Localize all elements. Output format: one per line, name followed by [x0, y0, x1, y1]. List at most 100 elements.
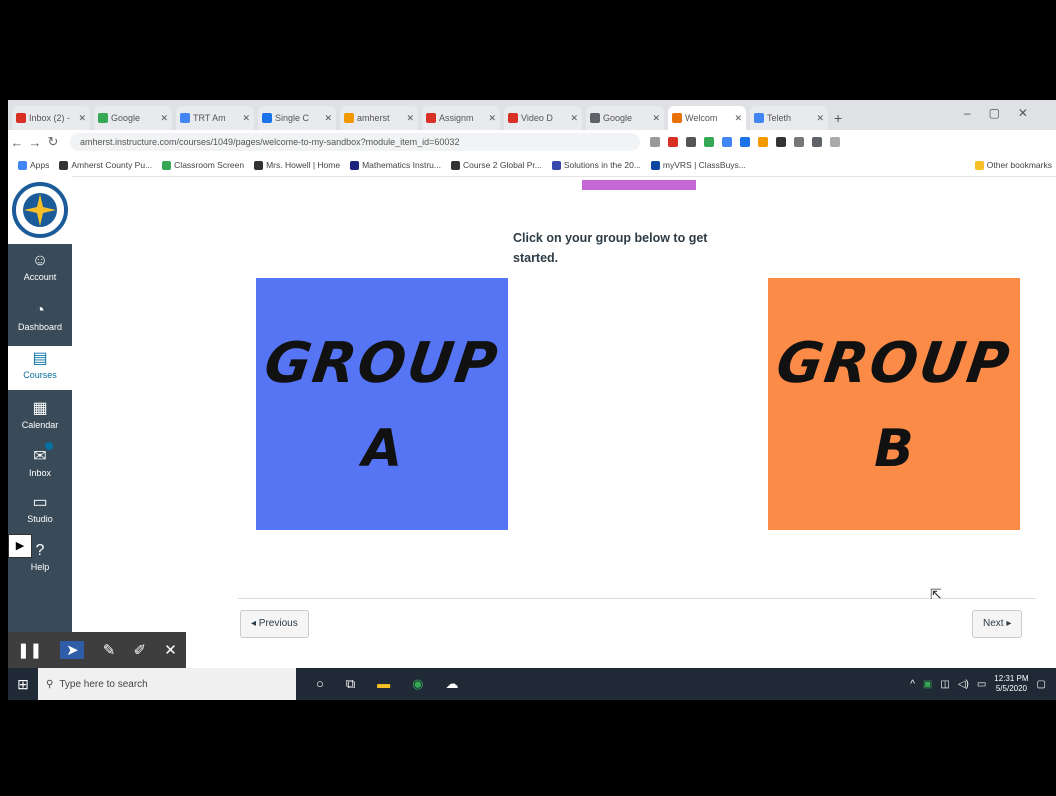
tab-close-icon[interactable]: ✕	[324, 113, 332, 124]
browser-tab[interactable]: amherst ✕	[340, 106, 418, 130]
chrome-icon[interactable]: ◉	[412, 676, 423, 692]
tab-close-icon[interactable]: ✕	[570, 113, 578, 124]
url-input[interactable]: amherst.instructure.com/courses/1049/pag…	[70, 133, 640, 151]
tab-title: amherst	[357, 113, 390, 123]
tab-favicon-icon	[590, 113, 600, 123]
task-view-icon[interactable]: ⧉	[346, 676, 355, 692]
clock[interactable]: 12:31 PM 5/5/2020	[994, 674, 1028, 694]
sidebar-item-courses[interactable]: ▤ Courses	[8, 346, 72, 390]
browser-tab[interactable]: Video D ✕	[504, 106, 582, 130]
pointer-icon[interactable]: ➤	[60, 641, 85, 659]
tab-close-icon[interactable]: ✕	[242, 113, 250, 124]
other-bookmarks[interactable]: Other bookmarks	[974, 160, 1052, 170]
browser-tab[interactable]: TRT Am ✕	[176, 106, 254, 130]
tab-close-icon[interactable]: ✕	[406, 113, 414, 124]
bookmark-item[interactable]: Apps	[18, 160, 49, 170]
sidebar-item-account[interactable]: ☺ Account	[8, 248, 72, 292]
cortana-icon[interactable]: ○	[316, 676, 324, 692]
window-controls[interactable]: –▢✕	[964, 106, 1046, 120]
close-icon[interactable]: ✕	[164, 641, 177, 659]
tab-favicon-icon	[180, 113, 190, 123]
tab-title: TRT Am	[193, 113, 226, 123]
back-icon[interactable]: ←	[8, 135, 26, 150]
group-a-letter: A	[361, 419, 403, 479]
module-progress-bar	[582, 180, 696, 190]
bookmark-item[interactable]: Mrs. Howell | Home	[254, 160, 340, 170]
sidebar-item-label: Studio	[27, 514, 53, 524]
dashboard-icon: ◔	[35, 302, 45, 319]
group-a-button[interactable]: GROUP A	[256, 278, 508, 530]
bookmarks-bar: Apps Amherst County Pu... Classroom Screen…	[8, 154, 1056, 177]
file-explorer-icon[interactable]: ▬	[377, 676, 390, 692]
browser-tab[interactable]: Assignm ✕	[422, 106, 500, 130]
pen-icon[interactable]: ✎	[103, 641, 116, 659]
tray-chevron-icon[interactable]: ^	[910, 679, 915, 690]
next-button[interactable]: Next ▸	[972, 610, 1023, 638]
tab-close-icon[interactable]: ✕	[160, 113, 168, 124]
recorder-expand-icon[interactable]: ▶	[8, 534, 32, 558]
forward-icon[interactable]: →	[26, 135, 44, 150]
browser-tab[interactable]: Teleth ✕	[750, 106, 828, 130]
app-icon[interactable]: ☁	[446, 676, 459, 692]
volume-icon[interactable]: ◁)	[958, 679, 969, 690]
previous-button[interactable]: ◂ Previous	[240, 610, 309, 638]
group-b-label: GROUP	[772, 331, 1016, 396]
bookmark-icon	[350, 160, 360, 170]
tray-app-icon[interactable]: ▣	[923, 679, 932, 690]
bookmark-icon	[254, 160, 264, 170]
bookmark-item[interactable]: myVRS | ClassBuys...	[650, 160, 746, 170]
group-b-button[interactable]: GROUP B	[768, 278, 1020, 530]
taskbar-apps: ○ ⧉ ▬ ◉ ☁	[316, 676, 459, 692]
tab-close-icon[interactable]: ✕	[488, 113, 496, 124]
browser-tab-bar: Inbox (2) - ✕ Google ✕ TRT Am ✕ Single C ✕ amher…	[8, 100, 1056, 130]
group-a-label: GROUP	[260, 331, 504, 396]
sidebar-item-label: Dashboard	[17, 322, 63, 332]
sidebar-item-studio[interactable]: ▭ Studio	[8, 490, 72, 534]
tab-favicon-icon	[426, 113, 436, 123]
notifications-icon[interactable]: ▢	[1037, 679, 1046, 690]
bookmark-item[interactable]: Amherst County Pu...	[59, 160, 152, 170]
global-navigation: ☺ Account ◔ Dashboard ▤ Courses ▦ Calendar ✉ Inbo…	[8, 176, 72, 632]
pause-icon[interactable]: ❚❚	[17, 641, 42, 659]
tab-title: Video D	[521, 113, 553, 123]
browser-tab[interactable]: Welcom ✕	[668, 106, 746, 130]
sidebar-item-label: Account	[23, 272, 57, 282]
school-logo[interactable]	[8, 176, 72, 244]
studio-icon: ▭	[32, 494, 48, 511]
windows-taskbar: ⊞ ⚲ Type here to search ○ ⧉ ▬ ◉ ☁ ^ ▣ ◫ …	[8, 668, 1056, 700]
tab-title: Single C	[275, 113, 310, 123]
highlighter-icon[interactable]: ✐	[133, 641, 146, 659]
keyboard-icon[interactable]: ▭	[977, 679, 986, 690]
browser-tab[interactable]: Google ✕	[586, 106, 664, 130]
tab-favicon-icon	[508, 113, 518, 123]
tab-title: Teleth	[767, 113, 792, 123]
sidebar-item-label: Courses	[23, 370, 57, 380]
network-icon[interactable]: ◫	[940, 679, 949, 690]
reload-icon[interactable]: ↻	[44, 134, 62, 150]
tab-close-icon[interactable]: ✕	[734, 113, 742, 124]
calendar-icon: ▦	[32, 400, 48, 417]
sidebar-item-inbox[interactable]: ✉ Inbox	[8, 442, 72, 488]
group-b-letter: B	[874, 419, 914, 479]
tab-close-icon[interactable]: ✕	[78, 113, 86, 124]
sidebar-item-label: Calendar	[21, 420, 59, 430]
sidebar-item-dashboard[interactable]: ◔ Dashboard	[8, 298, 72, 342]
bookmark-item[interactable]: Classroom Screen	[162, 160, 244, 170]
tab-close-icon[interactable]: ✕	[652, 113, 660, 124]
browser-tab[interactable]: Single C ✕	[258, 106, 336, 130]
tab-favicon-icon	[262, 113, 272, 123]
taskbar-search[interactable]: ⚲ Type here to search	[38, 668, 296, 700]
mouse-cursor-icon: ⇱	[930, 586, 942, 602]
tab-title: Inbox (2) -	[29, 113, 71, 123]
bookmark-icon	[18, 160, 27, 170]
new-tab-button[interactable]: +	[834, 106, 842, 130]
sidebar-item-calendar[interactable]: ▦ Calendar	[8, 396, 72, 440]
bookmark-item[interactable]: Course 2 Global Pr...	[450, 160, 542, 170]
browser-tab[interactable]: Inbox (2) - ✕	[12, 106, 90, 130]
bookmark-item[interactable]: Solutions in the 20...	[551, 160, 641, 170]
browser-tab[interactable]: Google ✕	[94, 106, 172, 130]
windows-start-icon[interactable]: ⊞	[8, 676, 38, 693]
extension-icons[interactable]	[650, 137, 840, 147]
bookmark-item[interactable]: Mathematics Instru...	[350, 160, 441, 170]
tab-close-icon[interactable]: ✕	[816, 113, 824, 124]
